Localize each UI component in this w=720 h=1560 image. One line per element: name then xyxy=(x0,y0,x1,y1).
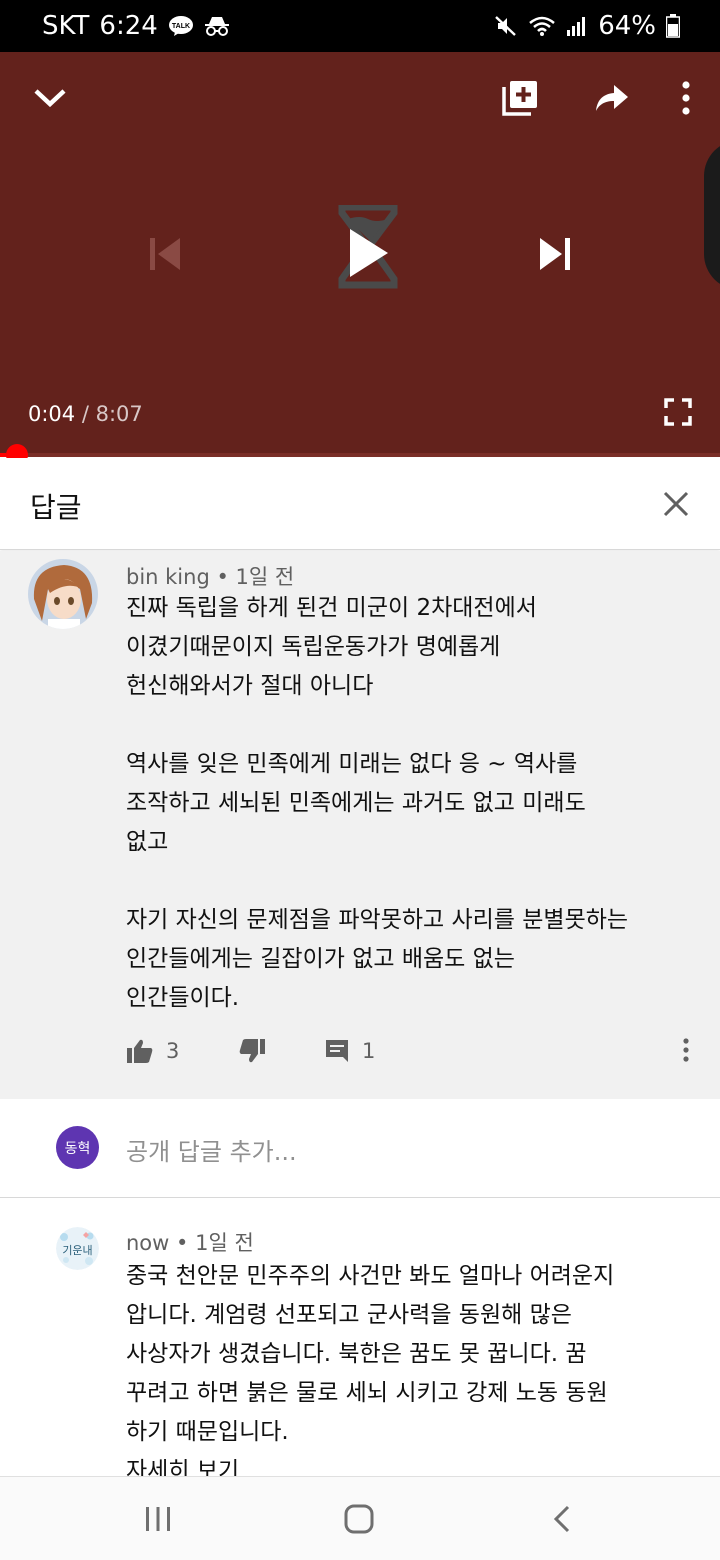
close-icon xyxy=(663,491,689,517)
time-separator: / xyxy=(75,402,96,426)
talk-badge-text: TALK xyxy=(172,23,190,30)
home-button[interactable] xyxy=(337,1497,381,1541)
comment-line xyxy=(126,706,696,745)
more-options-icon[interactable] xyxy=(666,78,706,118)
kakaotalk-icon: TALK xyxy=(168,15,194,37)
battery-icon xyxy=(666,14,680,38)
share-icon[interactable] xyxy=(592,78,632,118)
video-frame-edge xyxy=(704,140,720,290)
fullscreen-icon[interactable] xyxy=(660,394,696,430)
current-time: 0:04 xyxy=(28,402,76,426)
comment-line: 없고 xyxy=(126,829,169,855)
clock: 6:24 xyxy=(99,11,158,41)
comment-line: 인간들이다. xyxy=(126,985,240,1011)
duration: 8:07 xyxy=(95,402,143,426)
replies-header: 답글 xyxy=(0,458,720,550)
parent-comment: bin king • 1일 전 진짜 독립을 하게 된건 미군이 2차대전에서 … xyxy=(0,551,720,1099)
reply-comment-icon xyxy=(326,1040,348,1062)
add-reply-row[interactable]: 동혁 공개 답글 추가... xyxy=(0,1099,720,1198)
comment-line: 헌신해와서가 절대 아니다 xyxy=(126,673,374,699)
comment-actions: 3 1 xyxy=(126,1038,706,1078)
reply-author[interactable]: now xyxy=(126,1231,169,1255)
back-icon xyxy=(553,1505,570,1533)
video-player[interactable]: 0:04 / 8:07 xyxy=(0,52,720,456)
reply-meta: now • 1일 전 xyxy=(126,1227,254,1257)
reply-line: 사상자가 생겼습니다. 북한은 꿈도 못 꿉니다. 꿈 xyxy=(126,1341,587,1367)
reply-button[interactable]: 1 xyxy=(324,1038,375,1064)
signal-icon xyxy=(566,15,588,37)
reply-line: 꾸려고 하면 붉은 물로 세뇌 시키고 강제 노동 동원 xyxy=(126,1380,608,1406)
reply-line: 중국 천안문 민주주의 사건만 봐도 얼마나 어려운지 xyxy=(126,1263,615,1289)
back-button[interactable] xyxy=(540,1497,584,1541)
mute-icon xyxy=(494,14,518,38)
more-vertical-icon xyxy=(683,1038,689,1062)
reply-line: 하기 때문입니다. xyxy=(126,1419,289,1445)
comment-line: 이겼기때문이지 독립운동가가 명예롭게 xyxy=(126,634,501,660)
user-avatar: 동혁 xyxy=(56,1126,99,1169)
like-count: 3 xyxy=(166,1039,180,1063)
replies-title: 답글 xyxy=(30,491,82,524)
close-button[interactable] xyxy=(656,484,696,524)
previous-icon[interactable] xyxy=(142,232,186,276)
comment-line: 역사를 잊은 민족에게 미래는 없다 응 ~ 역사를 xyxy=(126,751,578,777)
play-loading-icon[interactable] xyxy=(330,202,406,292)
carrier-label: SKT xyxy=(42,11,90,41)
comment-more-button[interactable] xyxy=(682,1038,690,1062)
like-button[interactable]: 3 xyxy=(126,1038,179,1064)
comment-body: 진짜 독립을 하게 된건 미군이 2차대전에서 이겼기때문이지 독립운동가가 명… xyxy=(126,589,696,1018)
progress-bar[interactable] xyxy=(0,453,720,457)
battery-percent: 64% xyxy=(598,11,656,41)
reply-time: • 1일 전 xyxy=(176,1231,254,1255)
comment-line: 인간들에게는 길잡이가 없고 배움도 없는 xyxy=(126,946,515,972)
comment-time: • 1일 전 xyxy=(216,565,295,589)
thumbs-down-icon xyxy=(239,1039,265,1063)
recent-apps-button[interactable] xyxy=(136,1497,180,1541)
comment-author[interactable]: bin king xyxy=(126,565,210,589)
add-to-playlist-icon[interactable] xyxy=(500,78,540,118)
minimize-chevron-icon[interactable] xyxy=(30,78,70,118)
wifi-icon xyxy=(528,15,556,37)
reply-comment: 기운내 now • 1일 전 중국 천안문 민주주의 사건만 봐도 얼마나 어려… xyxy=(0,1199,720,1476)
status-bar: SKT 6:24 TALK 64% xyxy=(0,0,720,52)
comment-line xyxy=(126,862,696,901)
comment-line: 조작하고 세뇌된 민족에게는 과거도 없고 미래도 xyxy=(126,790,586,816)
recent-apps-icon xyxy=(146,1507,170,1531)
time-display: 0:04 / 8:07 xyxy=(28,402,143,426)
next-icon[interactable] xyxy=(534,232,578,276)
comment-line: 진짜 독립을 하게 된건 미군이 2차대전에서 xyxy=(126,595,537,621)
comment-meta: bin king • 1일 전 xyxy=(126,561,294,591)
reply-body: 중국 천안문 민주주의 사건만 봐도 얼마나 어려운지 압니다. 계엄령 선포되… xyxy=(126,1257,696,1476)
incognito-icon xyxy=(204,15,230,37)
reply-avatar[interactable]: 기운내 xyxy=(56,1227,99,1270)
comment-line: 자기 자신의 문제점을 파악못하고 사리를 분별못하는 xyxy=(126,907,629,933)
reply-line: 압니다. 계엄령 선포되고 군사력을 동원해 많은 xyxy=(126,1302,572,1328)
read-more-link[interactable]: 자세히 보기 xyxy=(126,1452,696,1476)
reply-avatar-text: 기운내 xyxy=(62,1244,92,1257)
home-icon xyxy=(344,1504,374,1534)
dislike-button[interactable] xyxy=(238,1038,266,1064)
thumbs-up-icon xyxy=(127,1039,153,1063)
reply-count: 1 xyxy=(362,1039,376,1063)
add-reply-input[interactable]: 공개 답글 추가... xyxy=(126,1132,297,1167)
system-nav-bar xyxy=(0,1476,720,1560)
commenter-avatar[interactable] xyxy=(28,559,98,629)
progress-fill xyxy=(0,453,6,457)
